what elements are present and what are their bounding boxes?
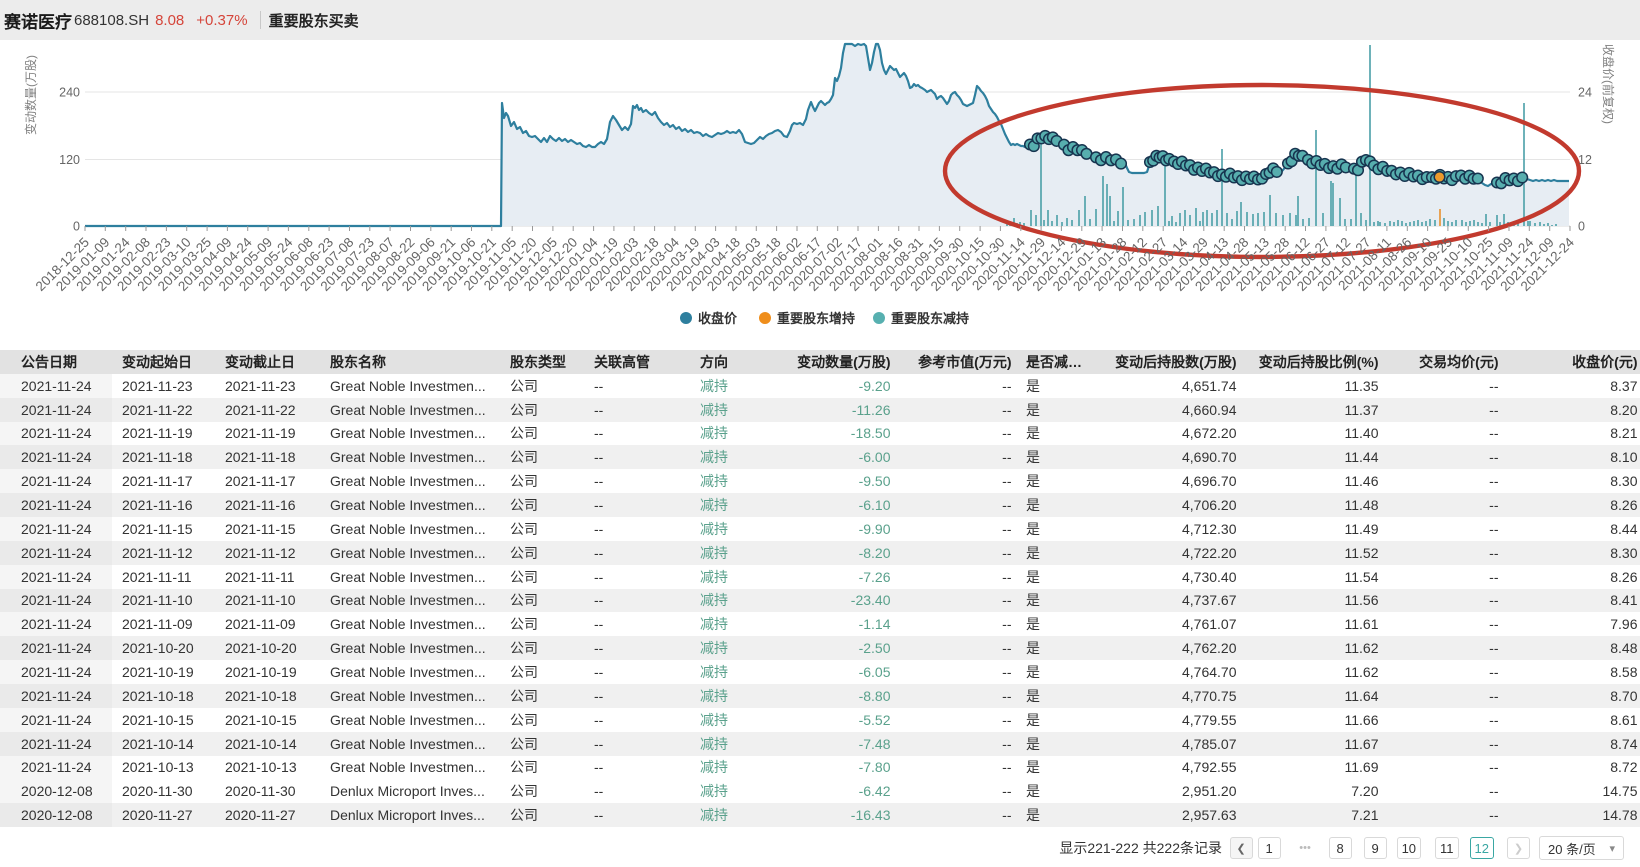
svg-text:重要股东减持: 重要股东减持: [891, 311, 969, 326]
svg-text:0: 0: [1578, 220, 1585, 234]
svg-text:收盘价: 收盘价: [698, 311, 738, 326]
svg-text:24: 24: [1578, 86, 1592, 100]
svg-text:变动数量(万股): 变动数量(万股): [23, 55, 38, 135]
svg-text:120: 120: [59, 153, 80, 167]
svg-text:0: 0: [73, 220, 80, 234]
svg-text:重要股东增持: 重要股东增持: [777, 311, 855, 326]
svg-text:240: 240: [59, 86, 80, 100]
svg-text:收盘价(前复权): 收盘价(前复权): [1601, 44, 1616, 124]
svg-text:12: 12: [1578, 153, 1592, 167]
